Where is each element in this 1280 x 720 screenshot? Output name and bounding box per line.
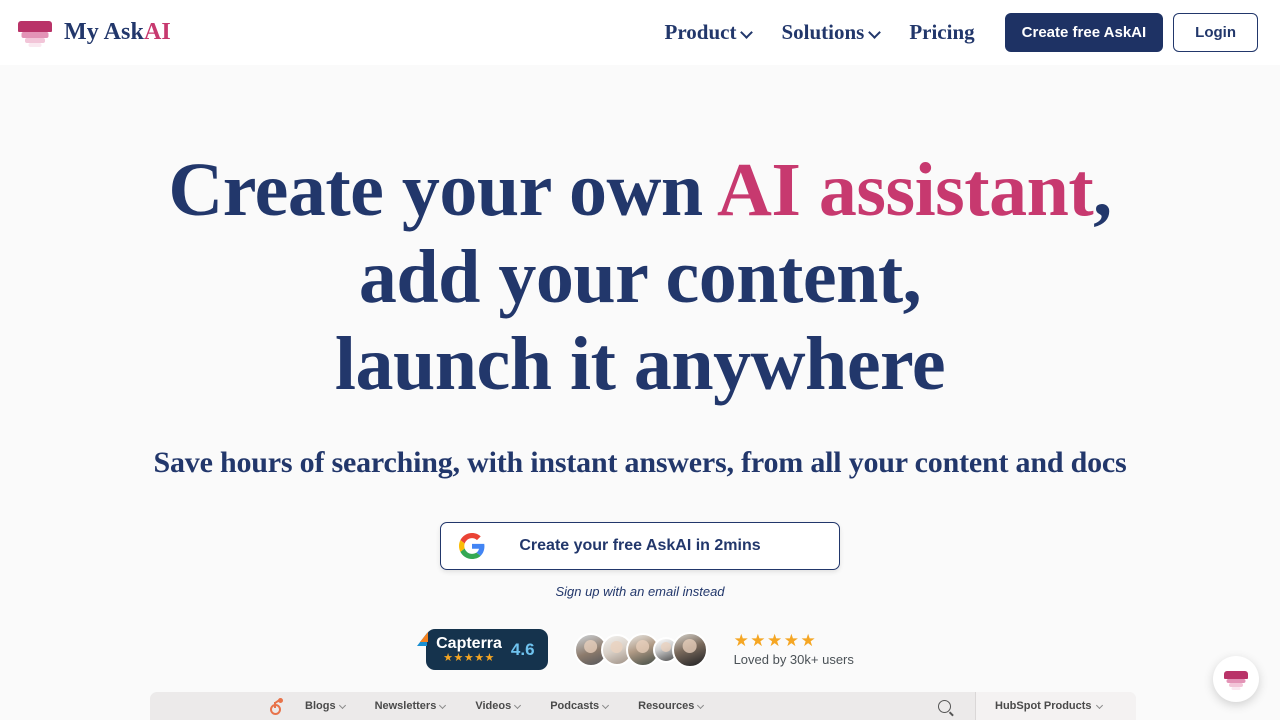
chevron-down-icon bbox=[515, 703, 522, 710]
nav-item-product[interactable]: Product bbox=[651, 14, 768, 51]
user-rating-group: ★★★★★ Loved by 30k+ users bbox=[734, 632, 854, 667]
create-free-askai-button[interactable]: Create free AskAI bbox=[1004, 13, 1164, 52]
mockup-nav-blogs-label: Blogs bbox=[305, 700, 336, 712]
chevron-down-icon bbox=[440, 703, 447, 710]
hero-subheadline: Save hours of searching, with instant an… bbox=[153, 446, 1127, 479]
headline-line-3: launch it anywhere bbox=[334, 322, 946, 406]
brand-name-accent: AI bbox=[143, 19, 171, 45]
site-header: My AskAI Product Solutions Pricing Creat… bbox=[0, 0, 1280, 65]
mockup-hubspot-products-label: HubSpot Products bbox=[995, 700, 1092, 712]
brand-logo-link[interactable]: My AskAI bbox=[18, 18, 171, 48]
mockup-nav-resources[interactable]: Resources bbox=[638, 700, 705, 712]
capterra-flag-icon bbox=[420, 632, 429, 642]
headline-text-a: Create your own bbox=[168, 148, 717, 232]
chevron-down-icon bbox=[742, 27, 753, 38]
headline-text-b: , bbox=[1093, 148, 1112, 232]
rating-stars-icon: ★★★★★ bbox=[733, 631, 818, 650]
chevron-down-icon bbox=[603, 703, 610, 710]
mockup-hubspot-products[interactable]: HubSpot Products bbox=[995, 700, 1104, 712]
capterra-text-group: Capterra ★★★★★ bbox=[436, 634, 502, 664]
rating-text: Loved by 30k+ users bbox=[733, 652, 854, 667]
chevron-down-icon bbox=[340, 703, 347, 710]
mockup-nav-blogs[interactable]: Blogs bbox=[305, 700, 347, 712]
search-icon[interactable] bbox=[938, 699, 951, 713]
headline-accent-text: AI assistant bbox=[716, 148, 1094, 232]
headline-line-1: Create your own AI assistant, bbox=[168, 148, 1112, 232]
google-signup-button[interactable]: Create your free AskAI in 2mins bbox=[440, 522, 840, 570]
mockup-nav-videos-label: Videos bbox=[475, 700, 512, 712]
main-navigation: Product Solutions Pricing Create free As… bbox=[651, 13, 1258, 52]
chevron-down-icon bbox=[870, 27, 881, 38]
headline-line-2: add your content, bbox=[358, 235, 922, 319]
capterra-stars-icon: ★★★★★ bbox=[443, 651, 495, 664]
capterra-name: Capterra bbox=[436, 634, 502, 652]
hero-section: Create your own AI assistant, add your c… bbox=[0, 65, 1280, 670]
user-avatars-group bbox=[573, 631, 708, 668]
mockup-nav-podcasts[interactable]: Podcasts bbox=[550, 700, 610, 712]
mockup-nav-newsletters-label: Newsletters bbox=[374, 700, 437, 712]
chevron-down-icon bbox=[1097, 703, 1104, 710]
capterra-badge[interactable]: Capterra ★★★★★ 4.6 bbox=[417, 629, 548, 670]
chat-widget-button[interactable] bbox=[1213, 656, 1259, 702]
mockup-nav-newsletters[interactable]: Newsletters bbox=[375, 700, 448, 712]
brand-wordmark: My AskAI bbox=[64, 19, 171, 46]
nav-item-solutions-label: Solutions bbox=[781, 20, 865, 44]
mockup-nav-podcasts-label: Podcasts bbox=[550, 700, 600, 712]
hubspot-sprocket-icon bbox=[268, 697, 283, 715]
capterra-score: 4.6 bbox=[510, 639, 535, 659]
email-signup-link[interactable]: Sign up with an email instead bbox=[555, 584, 724, 599]
avatar bbox=[671, 631, 708, 668]
hero-cta-group: Create your free AskAI in 2mins Sign up … bbox=[0, 522, 1280, 599]
mockup-nav-resources-label: Resources bbox=[638, 700, 695, 712]
nav-item-pricing-label: Pricing bbox=[909, 20, 975, 44]
brand-name-prefix: My Ask bbox=[64, 19, 144, 45]
nav-item-pricing[interactable]: Pricing bbox=[895, 14, 988, 51]
google-signup-label: Create your free AskAI in 2mins bbox=[519, 537, 761, 554]
login-button[interactable]: Login bbox=[1173, 13, 1258, 52]
social-proof-row: Capterra ★★★★★ 4.6 ★★★★★ Loved by 30k+ u… bbox=[0, 629, 1280, 670]
mockup-nav-videos[interactable]: Videos bbox=[475, 700, 522, 712]
nav-item-product-label: Product bbox=[664, 20, 737, 44]
funnel-logo-icon bbox=[18, 18, 52, 48]
product-screenshot-mockup: Blogs Newsletters Videos Podcasts Resour… bbox=[150, 692, 1136, 720]
page-title: Create your own AI assistant, add your c… bbox=[0, 147, 1280, 408]
nav-item-solutions[interactable]: Solutions bbox=[767, 14, 895, 51]
chevron-down-icon bbox=[698, 703, 705, 710]
funnel-logo-icon bbox=[1224, 669, 1248, 690]
